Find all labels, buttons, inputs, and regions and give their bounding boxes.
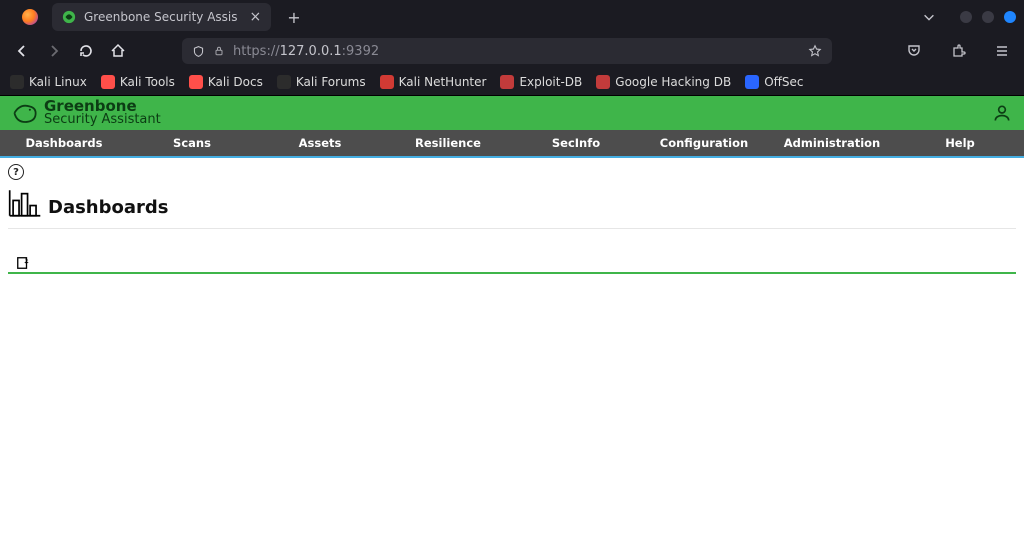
menu-item-administration[interactable]: Administration <box>768 130 896 156</box>
bookmark-item[interactable]: Google Hacking DB <box>596 75 731 89</box>
tabs-dropdown-icon[interactable] <box>922 10 936 24</box>
app-menu-icon[interactable] <box>994 43 1010 59</box>
menu-item-assets[interactable]: Assets <box>256 130 384 156</box>
extensions-icon[interactable] <box>950 43 966 59</box>
forward-button <box>46 43 62 59</box>
bookmark-label: Kali Tools <box>120 75 175 89</box>
browser-navbar: https://127.0.0.1:9392 <box>0 34 1024 68</box>
reload-button[interactable] <box>78 43 94 59</box>
back-button[interactable] <box>14 43 30 59</box>
browser-tab-title: Greenbone Security Assis <box>84 10 238 24</box>
menu-item-help[interactable]: Help <box>896 130 1024 156</box>
bookmark-favicon-icon <box>596 75 610 89</box>
pocket-icon[interactable] <box>906 43 922 59</box>
menu-item-secinfo[interactable]: SecInfo <box>512 130 640 156</box>
section-divider <box>8 272 1016 274</box>
help-icon[interactable]: ? <box>8 164 24 180</box>
page-heading: Dashboards <box>8 188 169 218</box>
menu-item-scans[interactable]: Scans <box>128 130 256 156</box>
divider <box>8 228 1016 229</box>
bookmark-item[interactable]: OffSec <box>745 75 803 89</box>
brand-name-top: Greenbone <box>44 99 161 113</box>
bookmark-label: OffSec <box>764 75 803 89</box>
shield-icon <box>192 45 205 58</box>
bookmark-item[interactable]: Kali Forums <box>277 75 366 89</box>
browser-tab-active[interactable]: Greenbone Security Assis × <box>52 3 271 31</box>
bookmark-label: Google Hacking DB <box>615 75 731 89</box>
bookmark-label: Kali Forums <box>296 75 366 89</box>
bookmark-label: Kali NetHunter <box>399 75 487 89</box>
bookmark-favicon-icon <box>101 75 115 89</box>
greenbone-main-menu: DashboardsScansAssetsResilienceSecInfoCo… <box>0 130 1024 158</box>
new-tab-button[interactable]: + <box>279 4 308 31</box>
bookmark-item[interactable]: Kali NetHunter <box>380 75 487 89</box>
bookmark-star-icon[interactable] <box>808 44 822 58</box>
window-maximize-button[interactable] <box>982 11 994 23</box>
bookmark-favicon-icon <box>500 75 514 89</box>
bookmark-item[interactable]: Exploit-DB <box>500 75 582 89</box>
user-account-icon[interactable] <box>992 103 1012 123</box>
bookmark-favicon-icon <box>277 75 291 89</box>
firefox-logo-icon <box>22 9 38 25</box>
menu-item-dashboards[interactable]: Dashboards <box>0 130 128 156</box>
greenbone-favicon-icon <box>62 10 76 24</box>
window-close-button[interactable] <box>1004 11 1016 23</box>
bookmark-favicon-icon <box>10 75 24 89</box>
window-minimize-button[interactable] <box>960 11 972 23</box>
url-text: https://127.0.0.1:9392 <box>233 44 800 59</box>
menu-item-resilience[interactable]: Resilience <box>384 130 512 156</box>
bookmark-favicon-icon <box>745 75 759 89</box>
bookmark-label: Kali Linux <box>29 75 87 89</box>
tab-close-icon[interactable]: × <box>250 9 262 25</box>
dashboard-barchart-icon <box>8 188 42 218</box>
page-title: Dashboards <box>48 197 169 218</box>
bookmark-label: Kali Docs <box>208 75 263 89</box>
bookmark-favicon-icon <box>189 75 203 89</box>
greenbone-logo[interactable]: Greenbone Security Assistant <box>12 99 161 127</box>
brand-name-bottom: Security Assistant <box>44 113 161 127</box>
bookmarks-bar: Kali Linux Kali Tools Kali Docs Kali Forums… <box>0 68 1024 96</box>
bookmark-item[interactable]: Kali Docs <box>189 75 263 89</box>
bookmark-item[interactable]: Kali Linux <box>10 75 87 89</box>
svg-text:✦: ✦ <box>23 259 29 267</box>
content-area: ? Dashboards ✦ <box>0 158 1024 550</box>
home-button[interactable] <box>110 43 126 59</box>
lock-icon <box>213 45 225 57</box>
greenbone-header: Greenbone Security Assistant <box>0 96 1024 130</box>
url-bar[interactable]: https://127.0.0.1:9392 <box>182 38 832 64</box>
bookmark-item[interactable]: Kali Tools <box>101 75 175 89</box>
bookmark-favicon-icon <box>380 75 394 89</box>
greenbone-mark-icon <box>12 100 38 126</box>
menu-item-configuration[interactable]: Configuration <box>640 130 768 156</box>
new-dashboard-icon[interactable]: ✦ <box>16 256 30 270</box>
bookmark-label: Exploit-DB <box>519 75 582 89</box>
browser-tabstrip: Greenbone Security Assis × + <box>0 0 1024 34</box>
